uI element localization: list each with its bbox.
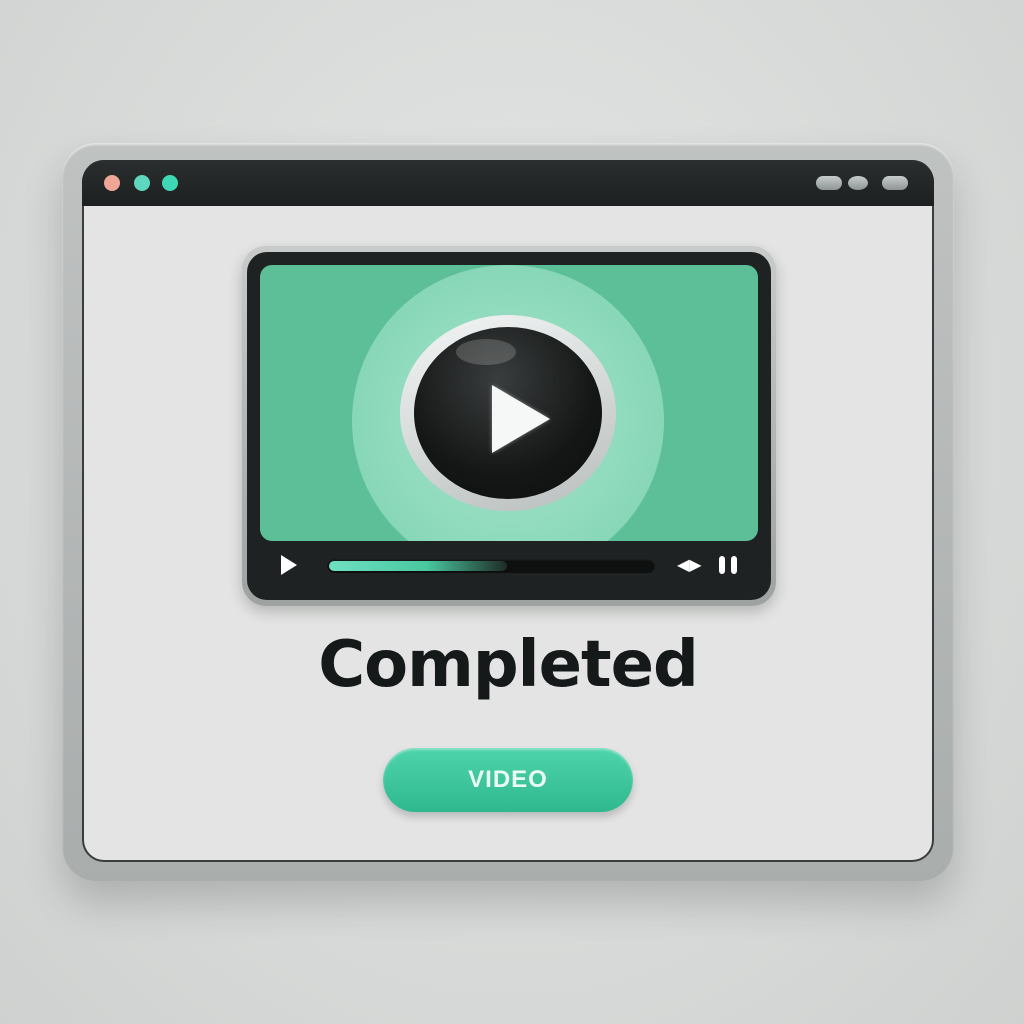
volume-icon[interactable]: ◀▶ bbox=[677, 555, 702, 575]
page: ◀▶ Completed VIDEO bbox=[0, 0, 1024, 1024]
video-screen[interactable] bbox=[260, 265, 758, 541]
title-bar bbox=[82, 160, 934, 206]
play-button-highlight bbox=[456, 339, 516, 365]
minimize-dot[interactable] bbox=[134, 175, 150, 191]
progress-fill bbox=[329, 561, 507, 571]
pause-icon[interactable] bbox=[719, 556, 741, 574]
play-icon bbox=[492, 385, 550, 453]
window-control-maximize[interactable] bbox=[882, 176, 908, 190]
status-title: Completed bbox=[318, 628, 699, 702]
player-controls: ◀▶ bbox=[247, 547, 771, 600]
video-player: ◀▶ bbox=[247, 252, 771, 600]
maximize-dot[interactable] bbox=[162, 175, 178, 191]
video-button[interactable]: VIDEO bbox=[383, 748, 633, 812]
control-play-icon[interactable] bbox=[281, 555, 297, 575]
window-control-minimize[interactable] bbox=[816, 176, 842, 190]
close-dot[interactable] bbox=[104, 175, 120, 191]
window-control-circle[interactable] bbox=[848, 176, 868, 190]
